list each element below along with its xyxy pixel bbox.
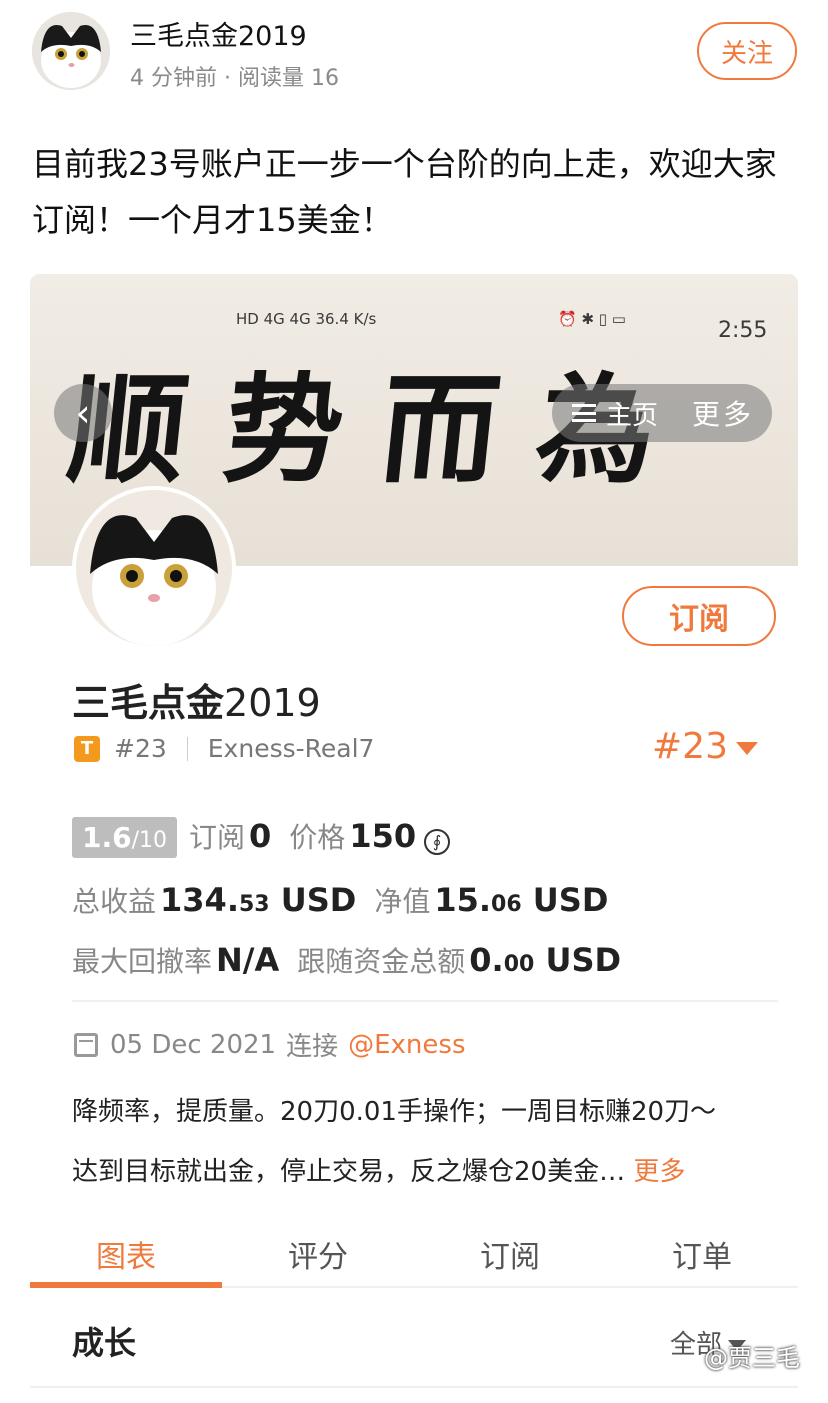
tier-row: T #23 Exness-Real7: [74, 734, 374, 763]
post-author-avatar[interactable]: [32, 12, 110, 90]
subscribe-button[interactable]: 订阅: [622, 586, 776, 646]
score-denominator: /10: [131, 828, 168, 853]
stats-row-3: 最大回撤率 N/A 跟随资金总额 0.00 USD: [72, 940, 625, 980]
home-menu-pill[interactable]: 主页 更多: [552, 384, 772, 442]
price-value: 150: [349, 817, 417, 855]
profile-name-main: 三毛点金: [72, 681, 225, 725]
post-author-name[interactable]: 三毛点金2019: [130, 14, 307, 53]
post-body-text: 目前我23号账户正一步一个台阶的向上走，欢迎大家订阅！一个月才15美金！: [32, 145, 777, 239]
profile-name: 三毛点金2019: [72, 672, 321, 727]
home-label: 主页: [606, 400, 659, 431]
post-meta: 4 分钟前 · 阅读量 16: [130, 66, 339, 91]
connect-label: 连接: [286, 1032, 339, 1062]
cat-avatar-image: [32, 12, 110, 90]
account-switcher[interactable]: #23: [652, 726, 758, 767]
chevron-left-icon: ‹: [75, 391, 91, 435]
tab-chart[interactable]: 图表: [30, 1222, 222, 1286]
profile-avatar[interactable]: [72, 486, 236, 650]
tab-rating[interactable]: 评分: [222, 1222, 414, 1286]
broker-server: Exness-Real7: [207, 734, 375, 763]
embedded-screenshot[interactable]: HD 4G 4G 36.4 K/s ⏰ ✱ ▯ ▭ 2:55 顺势而為 ‹ 主页…: [30, 274, 798, 1403]
back-button[interactable]: ‹: [54, 384, 112, 442]
status-bar-network: HD 4G 4G 36.4 K/s: [236, 310, 377, 328]
date-row: 05 Dec 2021 连接 @Exness: [74, 1026, 466, 1063]
divider: [186, 736, 188, 761]
subs-label: 订阅: [189, 821, 246, 854]
drawdown-label: 最大回撤率: [72, 945, 213, 978]
start-date: 05 Dec 2021: [110, 1029, 277, 1060]
section-title: 成长: [72, 1324, 137, 1362]
score-badge: 1.6/10: [72, 817, 178, 858]
active-tab-indicator: [30, 1282, 222, 1288]
price-label: 价格: [289, 821, 346, 854]
tab-subscriptions[interactable]: 订阅: [414, 1222, 606, 1286]
profile-name-year: 2019: [224, 681, 321, 725]
status-bar-icons: ⏰ ✱ ▯ ▭: [558, 310, 626, 328]
drawdown-value: N/A: [216, 941, 280, 979]
divider: [72, 1000, 778, 1002]
account-rank: #23: [114, 734, 167, 763]
weibo-watermark: @贾三毛: [704, 1344, 800, 1372]
total-profit-value: 134.53 USD: [160, 881, 357, 919]
score-value: 1.6: [82, 821, 132, 854]
caret-down-icon: [735, 741, 758, 755]
menu-icon: [572, 404, 596, 422]
description-line-1: 降频率，提质量。20刀0.01手操作；一周目标赚20刀～: [72, 1097, 717, 1127]
equity-value: 15.06 USD: [434, 881, 609, 919]
status-bar-time: 2:55: [718, 318, 768, 343]
description-line-2: 达到目标就出金，停止交易，反之爆仓20美金…: [72, 1157, 626, 1187]
more-icon[interactable]: 更多: [692, 384, 754, 442]
follow-funds-value: 0.00 USD: [469, 941, 622, 979]
calendar-icon: [74, 1032, 98, 1057]
cat-profile-image: [76, 490, 232, 646]
equity-label: 净值: [374, 885, 431, 918]
broker-link[interactable]: @Exness: [348, 1030, 465, 1060]
follow-button[interactable]: 关注: [697, 22, 797, 80]
tab-orders[interactable]: 订单: [606, 1222, 798, 1286]
total-profit-label: 总收益: [72, 885, 157, 918]
tier-badge: T: [74, 735, 100, 762]
strategy-description: 降频率，提质量。20刀0.01手操作；一周目标赚20刀～ 达到目标就出金，停止交…: [72, 1082, 784, 1202]
account-switcher-label: #23: [652, 726, 728, 767]
tab-bar: 图表 评分 订阅 订单: [30, 1222, 798, 1288]
divider: [30, 1386, 798, 1388]
subs-value: 0: [249, 817, 272, 855]
stats-row-1: 1.6/10 订阅 0 价格 150 ∮: [72, 816, 451, 858]
stats-row-2: 总收益 134.53 USD 净值 15.06 USD: [72, 880, 612, 920]
follow-funds-label: 跟随资金总额: [297, 945, 466, 978]
coin-icon: ∮: [424, 828, 451, 855]
more-link[interactable]: 更多: [633, 1157, 685, 1187]
